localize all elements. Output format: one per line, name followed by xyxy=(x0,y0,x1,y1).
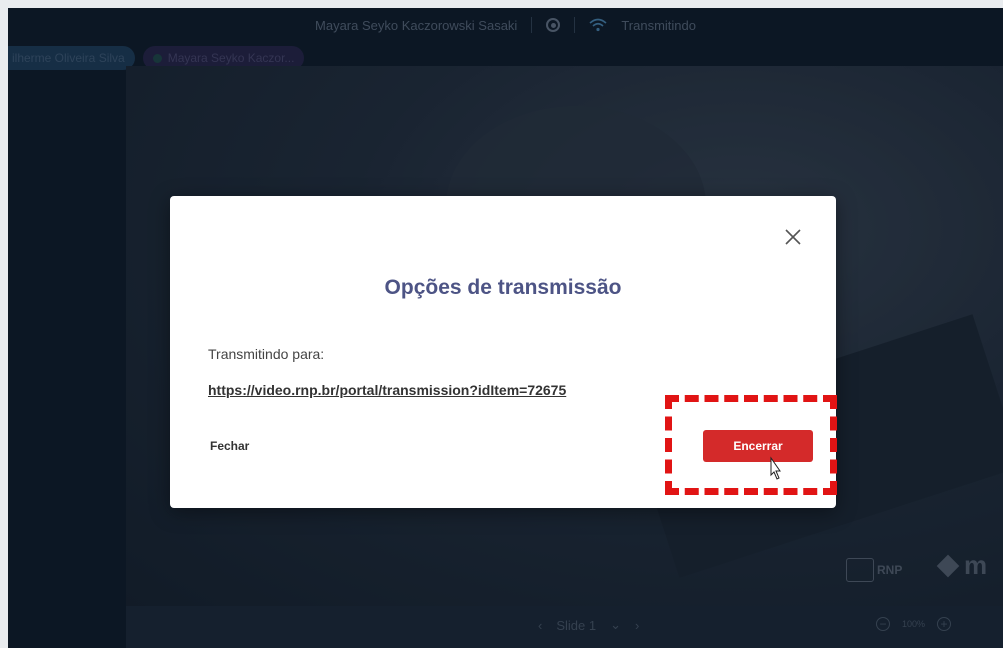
transmitting-to-label: Transmitindo para: xyxy=(208,346,325,362)
dialog-title: Opções de transmissão xyxy=(384,276,622,299)
close-icon[interactable] xyxy=(782,226,804,248)
highlight-box xyxy=(665,395,837,495)
conference-window: Mayara Seyko Kaczorowski Sasaki Transmit… xyxy=(8,8,1003,648)
close-button[interactable]: Fechar xyxy=(210,439,249,453)
cursor-icon xyxy=(770,456,781,480)
transmission-link[interactable]: https://video.rnp.br/portal/transmission… xyxy=(208,382,566,398)
